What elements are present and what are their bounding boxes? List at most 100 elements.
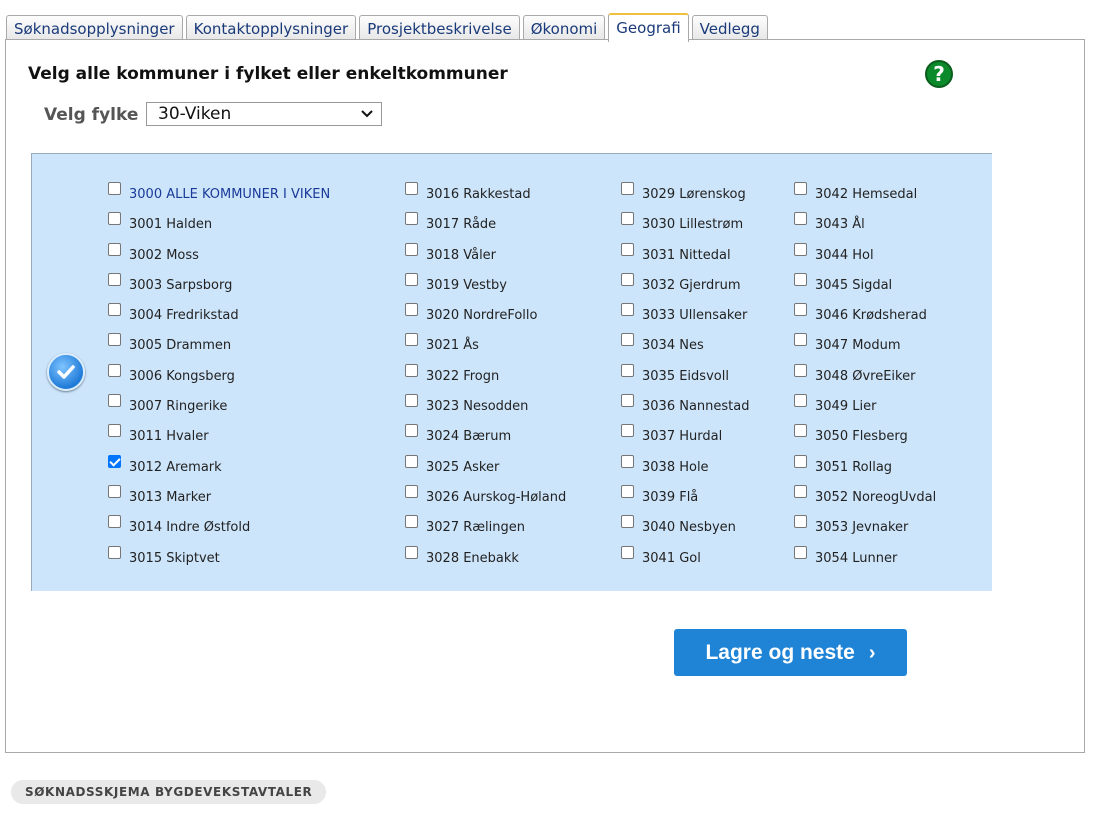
kommune-label[interactable]: 3002 Moss: [129, 248, 199, 263]
kommune-checkbox[interactable]: [405, 545, 418, 559]
kommune-checkbox[interactable]: [794, 515, 807, 529]
kommune-checkbox[interactable]: [621, 333, 634, 347]
kommune-label[interactable]: 3014 Indre Østfold: [129, 520, 250, 535]
kommune-label[interactable]: 3000 ALLE KOMMUNER I VIKEN: [129, 187, 330, 202]
kommune-label[interactable]: 3037 Hurdal: [642, 429, 722, 444]
kommune-checkbox[interactable]: [621, 394, 634, 408]
kommune-label[interactable]: 3030 Lillestrøm: [642, 217, 743, 232]
kommune-label[interactable]: 3020 NordreFollo: [426, 308, 537, 323]
kommune-checkbox[interactable]: [794, 454, 807, 468]
kommune-checkbox[interactable]: [108, 212, 121, 226]
kommune-checkbox[interactable]: [405, 212, 418, 226]
tab-kontaktopplysninger[interactable]: Kontaktopplysninger: [185, 15, 357, 41]
kommune-checkbox[interactable]: [621, 242, 634, 256]
kommune-checkbox[interactable]: [405, 394, 418, 408]
kommune-label[interactable]: 3005 Drammen: [129, 338, 231, 353]
kommune-checkbox[interactable]: [405, 454, 418, 468]
kommune-label[interactable]: 3004 Fredrikstad: [129, 308, 239, 323]
kommune-checkbox[interactable]: [405, 363, 418, 377]
kommune-checkbox[interactable]: [621, 272, 634, 286]
kommune-checkbox[interactable]: [108, 182, 121, 195]
kommune-label[interactable]: 3001 Halden: [129, 217, 212, 232]
tab-soknadsopplysninger[interactable]: Søknadsopplysninger: [6, 15, 183, 41]
kommune-label[interactable]: 3016 Rakkestad: [426, 187, 531, 202]
kommune-checkbox[interactable]: [621, 182, 634, 195]
kommune-checkbox[interactable]: [621, 545, 634, 559]
kommune-label[interactable]: 3035 Eidsvoll: [642, 369, 729, 384]
kommune-label[interactable]: 3012 Aremark: [129, 460, 222, 475]
kommune-checkbox[interactable]: [108, 303, 121, 317]
kommune-checkbox[interactable]: [621, 424, 634, 438]
kommune-label[interactable]: 3039 Flå: [642, 490, 698, 505]
kommune-checkbox[interactable]: [108, 545, 121, 559]
kommune-checkbox[interactable]: [621, 484, 634, 498]
kommune-checkbox[interactable]: [794, 363, 807, 377]
kommune-checkbox[interactable]: [108, 394, 121, 408]
kommune-checkbox[interactable]: [108, 242, 121, 256]
kommune-label[interactable]: 3049 Lier: [815, 399, 876, 414]
help-icon[interactable]: ?: [925, 60, 953, 88]
kommune-label[interactable]: 3026 Aurskog-Høland: [426, 490, 566, 505]
kommune-label[interactable]: 3017 Råde: [426, 217, 496, 232]
kommune-label[interactable]: 3019 Vestby: [426, 278, 507, 293]
kommune-label[interactable]: 3007 Ringerike: [129, 399, 227, 414]
kommune-label[interactable]: 3034 Nes: [642, 338, 704, 353]
kommune-label[interactable]: 3051 Rollag: [815, 460, 892, 475]
kommune-label[interactable]: 3006 Kongsberg: [129, 369, 235, 384]
kommune-label[interactable]: 3041 Gol: [642, 551, 701, 566]
kommune-label[interactable]: 3013 Marker: [129, 490, 211, 505]
kommune-label[interactable]: 3046 Krødsherad: [815, 308, 927, 323]
kommune-label[interactable]: 3044 Hol: [815, 248, 874, 263]
tab-okonomi[interactable]: Økonomi: [522, 15, 606, 41]
kommune-label[interactable]: 3021 Ås: [426, 338, 479, 353]
kommune-checkbox[interactable]: [621, 212, 634, 226]
kommune-checkbox[interactable]: [108, 515, 121, 529]
kommune-label[interactable]: 3003 Sarpsborg: [129, 278, 232, 293]
kommune-label[interactable]: 3038 Hole: [642, 460, 709, 475]
kommune-label[interactable]: 3045 Sigdal: [815, 278, 892, 293]
kommune-checkbox[interactable]: [405, 484, 418, 498]
kommune-checkbox[interactable]: [405, 242, 418, 256]
kommune-checkbox[interactable]: [405, 272, 418, 286]
kommune-checkbox[interactable]: [621, 363, 634, 377]
save-and-next-button[interactable]: Lagre og neste ›: [674, 629, 907, 676]
kommune-label[interactable]: 3042 Hemsedal: [815, 187, 917, 202]
kommune-checkbox[interactable]: [794, 303, 807, 317]
select-all-check-icon[interactable]: [47, 353, 85, 391]
kommune-label[interactable]: 3011 Hvaler: [129, 429, 209, 444]
kommune-checkbox[interactable]: [108, 363, 121, 377]
kommune-checkbox[interactable]: [794, 212, 807, 226]
kommune-checkbox[interactable]: [108, 454, 121, 468]
kommune-checkbox[interactable]: [794, 333, 807, 347]
kommune-checkbox[interactable]: [794, 424, 807, 438]
kommune-checkbox[interactable]: [621, 515, 634, 529]
kommune-label[interactable]: 3022 Frogn: [426, 369, 499, 384]
kommune-label[interactable]: 3054 Lunner: [815, 551, 897, 566]
kommune-label[interactable]: 3018 Våler: [426, 248, 496, 263]
kommune-checkbox[interactable]: [405, 182, 418, 195]
tab-vedlegg[interactable]: Vedlegg: [691, 15, 768, 41]
kommune-checkbox[interactable]: [405, 515, 418, 529]
kommune-label[interactable]: 3023 Nesodden: [426, 399, 528, 414]
kommune-label[interactable]: 3031 Nittedal: [642, 248, 731, 263]
kommune-checkbox[interactable]: [405, 303, 418, 317]
kommune-checkbox[interactable]: [794, 394, 807, 408]
kommune-checkbox[interactable]: [794, 182, 807, 195]
kommune-label[interactable]: 3048 ØvreEiker: [815, 369, 915, 384]
kommune-checkbox[interactable]: [108, 424, 121, 438]
kommune-label[interactable]: 3029 Lørenskog: [642, 187, 746, 202]
kommune-checkbox[interactable]: [794, 484, 807, 498]
kommune-label[interactable]: 3024 Bærum: [426, 429, 511, 444]
kommune-label[interactable]: 3015 Skiptvet: [129, 551, 220, 566]
kommune-label[interactable]: 3036 Nannestad: [642, 399, 749, 414]
kommune-checkbox[interactable]: [621, 454, 634, 468]
kommune-label[interactable]: 3028 Enebakk: [426, 551, 519, 566]
tab-prosjektbeskrivelse[interactable]: Prosjektbeskrivelse: [359, 15, 520, 41]
kommune-checkbox[interactable]: [108, 272, 121, 286]
kommune-label[interactable]: 3033 Ullensaker: [642, 308, 747, 323]
kommune-checkbox[interactable]: [108, 333, 121, 347]
kommune-checkbox[interactable]: [405, 333, 418, 347]
tab-geografi[interactable]: Geografi: [608, 13, 689, 42]
kommune-label[interactable]: 3025 Asker: [426, 460, 499, 475]
kommune-label[interactable]: 3052 NoreogUvdal: [815, 490, 936, 505]
